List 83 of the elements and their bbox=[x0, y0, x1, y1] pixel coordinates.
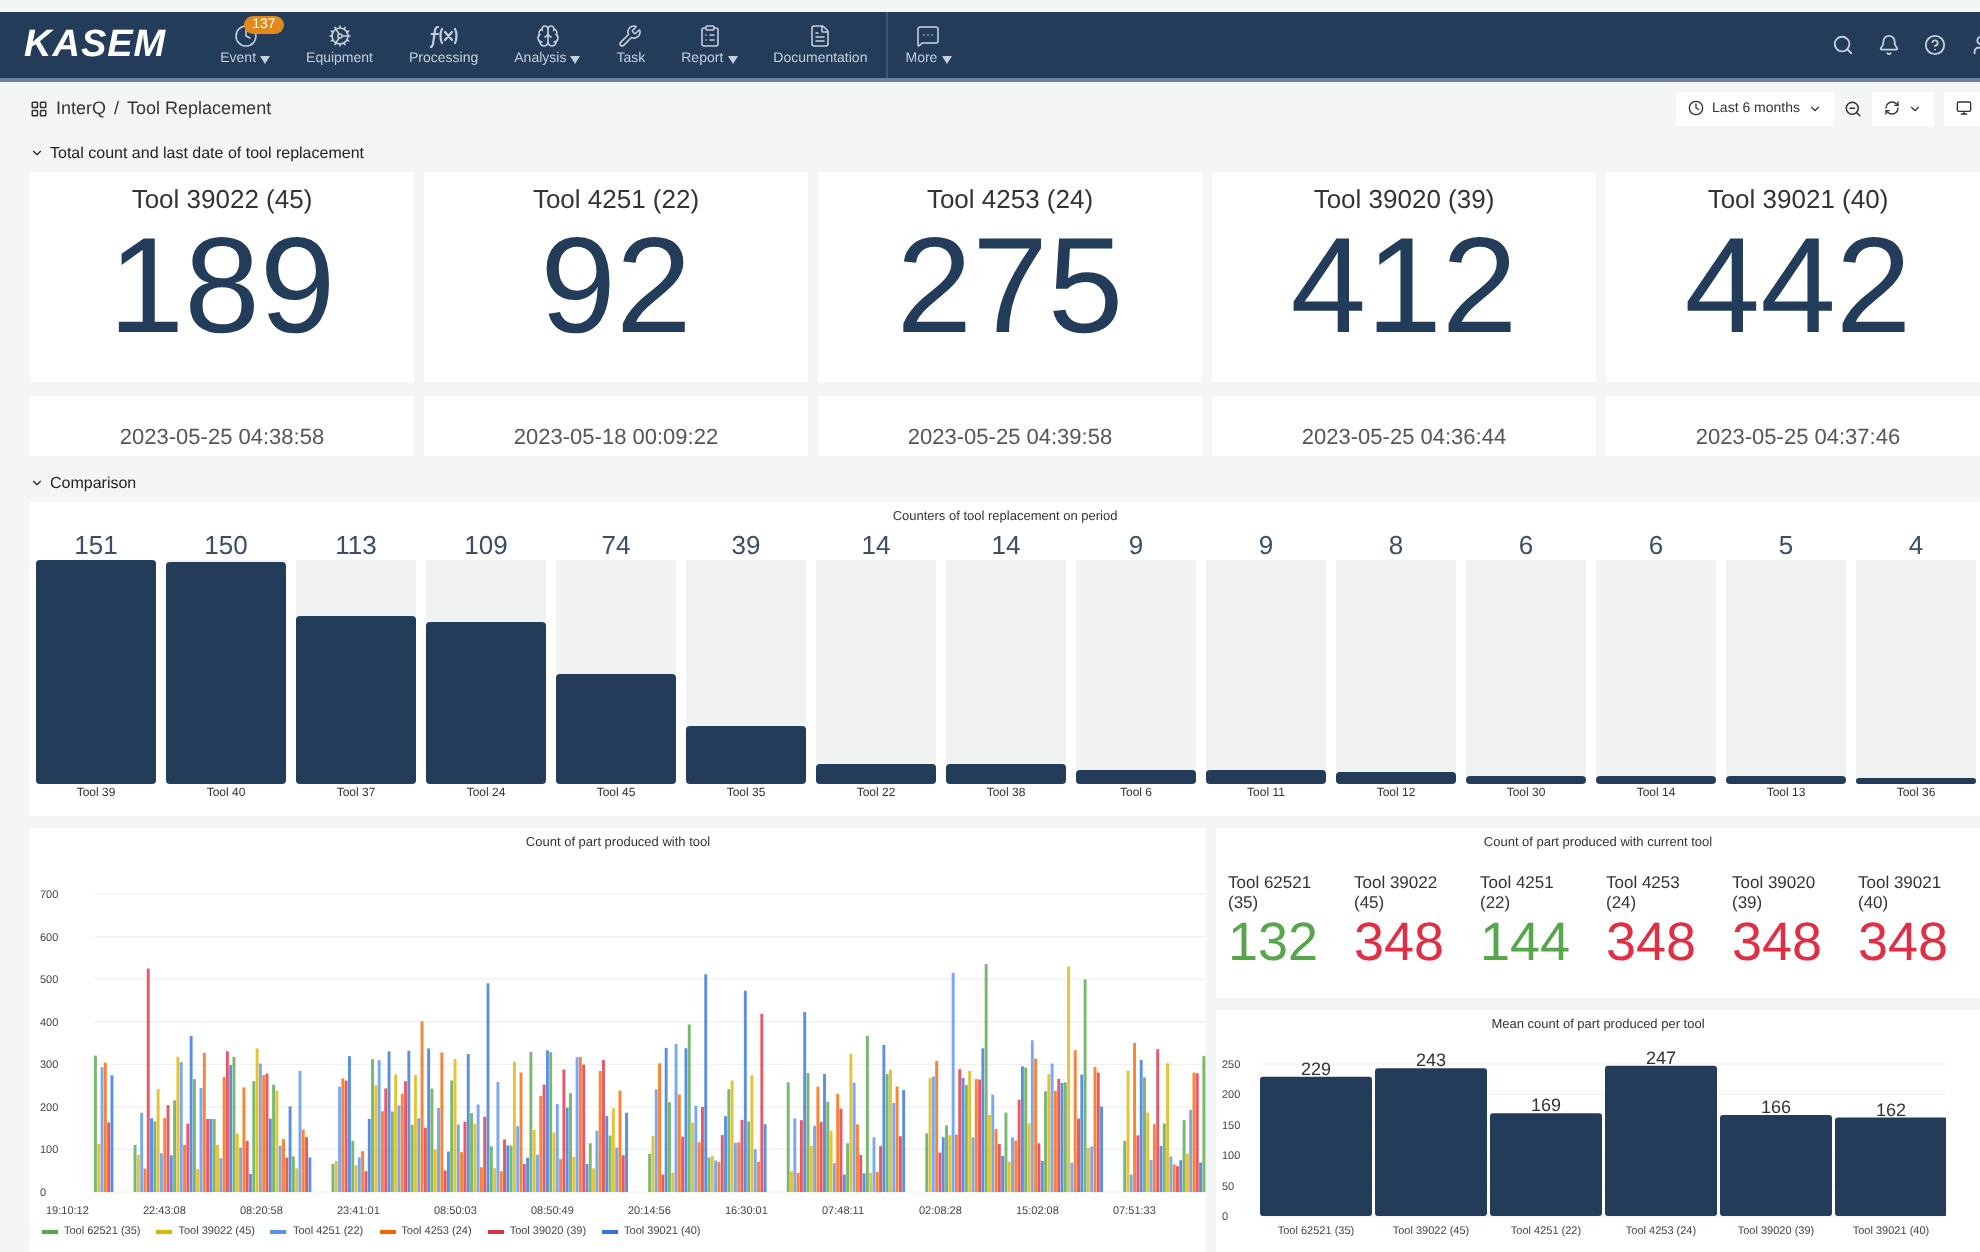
gauge-value: 39 bbox=[731, 530, 761, 560]
data-label: 247 bbox=[1645, 1047, 1677, 1068]
date-value: 2023-05-25 04:36:44 bbox=[1301, 426, 1507, 450]
stat-value: 92 bbox=[540, 218, 692, 354]
stat-title: Tool 4251 (22) bbox=[532, 184, 700, 214]
bell-icon[interactable] bbox=[1878, 34, 1900, 56]
chevron-icon bbox=[30, 476, 44, 490]
logo: KASEM bbox=[24, 23, 167, 67]
stat-value: 144 bbox=[1480, 913, 1573, 973]
chevron-down-icon bbox=[1808, 101, 1822, 115]
gauge-value: 5 bbox=[1778, 530, 1794, 560]
tool-name: Tool 39020 (39) bbox=[1732, 874, 1818, 914]
gauge-value: 74 bbox=[601, 530, 631, 560]
section-title: Comparison bbox=[50, 474, 137, 492]
data-label: 169 bbox=[1530, 1095, 1562, 1116]
stat-value: 442 bbox=[1684, 218, 1912, 354]
stat-title: Tool 39020 (39) bbox=[1313, 184, 1495, 214]
refresh-icon bbox=[1884, 100, 1900, 116]
stat-title: Tool 39021 (40) bbox=[1707, 184, 1889, 214]
gauge-value: 151 bbox=[74, 530, 118, 560]
bar bbox=[1260, 1076, 1372, 1216]
document-icon bbox=[808, 24, 833, 48]
chevron-down-icon bbox=[1908, 101, 1922, 115]
stat-title: Tool 4253 (24) bbox=[926, 184, 1094, 214]
stat-value: 132 bbox=[1228, 913, 1321, 973]
stat-value: 348 bbox=[1858, 913, 1951, 973]
caret-icon bbox=[941, 55, 952, 63]
display-button[interactable] bbox=[1944, 91, 1980, 125]
gauge-value: 9 bbox=[1258, 530, 1274, 560]
gauge-value: 109 bbox=[464, 530, 508, 560]
search-icon[interactable] bbox=[1832, 34, 1854, 56]
date-value: 2023-05-25 04:37:46 bbox=[1695, 426, 1901, 450]
gauge-value: 14 bbox=[991, 530, 1021, 560]
bar bbox=[1835, 1117, 1946, 1216]
stat-value: 348 bbox=[1606, 913, 1699, 973]
gauge-value: 14 bbox=[861, 530, 891, 560]
gauge-value: 6 bbox=[1518, 530, 1534, 560]
data-label: 229 bbox=[1300, 1058, 1332, 1079]
stat-title: Tool 39022 (45) bbox=[131, 184, 313, 214]
section-title: Total count and last date of tool replacement bbox=[50, 144, 364, 162]
speech-bubble-icon bbox=[916, 24, 941, 48]
gear-icon bbox=[327, 24, 352, 48]
stat-value: 412 bbox=[1290, 218, 1518, 354]
gauge-value: 150 bbox=[204, 530, 248, 560]
tool-name: Tool 62521 (35) bbox=[1228, 874, 1314, 914]
data-label: 243 bbox=[1415, 1050, 1447, 1071]
bar bbox=[1720, 1115, 1832, 1216]
gauge-value: 4 bbox=[1908, 530, 1924, 560]
data-label: 166 bbox=[1760, 1097, 1792, 1118]
caret-icon bbox=[727, 55, 738, 63]
breadcrumb-separator: / bbox=[114, 98, 120, 118]
chevron-icon bbox=[30, 146, 44, 160]
clock-icon bbox=[1688, 100, 1705, 116]
date-value: 2023-05-18 00:09:22 bbox=[513, 426, 719, 450]
wrench-icon bbox=[618, 24, 643, 48]
refresh-button[interactable] bbox=[1872, 91, 1934, 125]
monitor-icon bbox=[1956, 100, 1972, 116]
stat-value: 275 bbox=[896, 218, 1124, 354]
grid-icon bbox=[30, 99, 48, 117]
gauge-value: 8 bbox=[1388, 530, 1404, 560]
breadcrumb-link[interactable]: InterQ bbox=[56, 98, 107, 118]
stat-value: 189 bbox=[108, 218, 336, 354]
stat-value: 348 bbox=[1732, 913, 1825, 973]
date-value: 2023-05-25 04:39:58 bbox=[907, 426, 1113, 450]
gauge-value: 6 bbox=[1648, 530, 1664, 560]
gauge-value: 113 bbox=[335, 530, 377, 560]
bar bbox=[1490, 1113, 1602, 1216]
tool-name: Tool 39022 (45) bbox=[1354, 874, 1440, 914]
tool-name: Tool 39021 (40) bbox=[1858, 874, 1944, 914]
function-icon bbox=[429, 24, 458, 48]
tool-name: Tool 4253 (24) bbox=[1606, 874, 1682, 914]
zoom-out-icon[interactable] bbox=[1844, 99, 1862, 117]
stat-value: 348 bbox=[1354, 913, 1447, 973]
brain-icon bbox=[535, 24, 560, 48]
date-value: 2023-05-25 04:38:58 bbox=[119, 426, 325, 450]
caret-icon bbox=[570, 55, 581, 63]
clipboard-icon bbox=[697, 24, 722, 48]
page-title: Tool Replacement bbox=[127, 98, 272, 118]
tool-name: Tool 4251 (22) bbox=[1480, 874, 1556, 914]
gauge-value: 9 bbox=[1128, 530, 1144, 560]
help-icon[interactable] bbox=[1924, 34, 1946, 56]
caret-icon bbox=[260, 55, 271, 63]
data-label: 162 bbox=[1875, 1099, 1907, 1120]
